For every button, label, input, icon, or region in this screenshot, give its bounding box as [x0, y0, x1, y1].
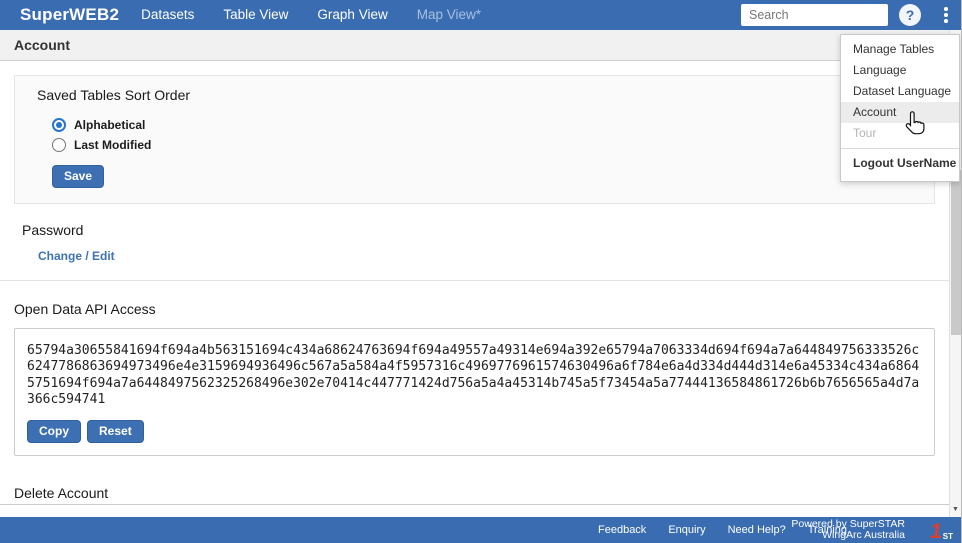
reset-button[interactable]: Reset — [87, 420, 144, 443]
superstar-1st-logo-icon: 1 ST — [925, 518, 953, 542]
powered-by-text: Powered by SuperSTAR WingArc Australia — [791, 519, 905, 541]
radio-alphabetical[interactable] — [52, 118, 66, 132]
nav-item-datasets[interactable]: Datasets — [141, 0, 194, 30]
menu-separator — [841, 148, 959, 149]
sort-order-options: Alphabetical Last Modified — [52, 115, 912, 155]
password-section: Password Change / Edit — [22, 222, 949, 265]
powered-by-line2: WingArc Australia — [791, 530, 905, 541]
superweb2-window: SuperWEB2 Datasets Table View Graph View… — [0, 0, 962, 543]
nav-item-map-view[interactable]: Map View* — [417, 0, 481, 30]
page-title: Account — [0, 30, 949, 61]
menu-item-account[interactable]: Account — [841, 102, 959, 123]
menu-item-tour: Tour — [841, 123, 959, 144]
section-divider — [0, 280, 949, 281]
nav-item-table-view[interactable]: Table View — [223, 0, 288, 30]
footer-link-feedback[interactable]: Feedback — [598, 524, 646, 536]
scroll-down-arrow[interactable]: ▼ — [950, 503, 961, 517]
sort-order-title: Saved Tables Sort Order — [37, 87, 912, 103]
radio-last-modified[interactable] — [52, 138, 66, 152]
footer-link-need-help[interactable]: Need Help? — [728, 524, 786, 536]
help-button[interactable]: ? — [899, 4, 921, 26]
radio-label-last-modified[interactable]: Last Modified — [74, 138, 151, 152]
radio-label-alphabetical[interactable]: Alphabetical — [74, 118, 145, 132]
radio-row-alphabetical[interactable]: Alphabetical — [52, 115, 912, 135]
app-brand[interactable]: SuperWEB2 — [20, 5, 119, 25]
api-access-title: Open Data API Access — [14, 301, 949, 317]
logo-digit: 1 — [930, 521, 942, 542]
menu-item-logout[interactable]: Logout UserName — [841, 151, 959, 175]
logo-st: ST — [943, 531, 953, 542]
password-title: Password — [22, 222, 949, 238]
content-bottom-strip — [0, 504, 961, 517]
dot-icon — [944, 7, 948, 11]
top-nav-bar: SuperWEB2 Datasets Table View Graph View… — [0, 0, 961, 30]
search-input[interactable] — [741, 4, 888, 26]
nav-items: Datasets Table View Graph View Map View* — [141, 0, 481, 30]
nav-item-graph-view[interactable]: Graph View — [317, 0, 387, 30]
overflow-dropdown-menu: Manage Tables Language Dataset Language … — [840, 34, 960, 182]
scrollbar-thumb[interactable] — [951, 170, 961, 335]
search-box — [741, 4, 888, 26]
api-buttons: Copy Reset — [27, 420, 922, 443]
radio-row-last-modified[interactable]: Last Modified — [52, 135, 912, 155]
footer-bar: Feedback Enquiry Need Help? Training Pow… — [0, 517, 961, 543]
account-page-content: Saved Tables Sort Order Alphabetical Las… — [0, 62, 949, 505]
menu-item-dataset-language[interactable]: Dataset Language — [841, 81, 959, 102]
api-token-box: 65794a30655841694f694a4b563151694c434a68… — [14, 328, 935, 456]
dot-icon — [944, 13, 948, 17]
api-token-value: 65794a30655841694f694a4b563151694c434a68… — [27, 343, 919, 409]
footer-link-enquiry[interactable]: Enquiry — [668, 524, 705, 536]
copy-button[interactable]: Copy — [27, 420, 81, 443]
menu-item-language[interactable]: Language — [841, 60, 959, 81]
help-icon: ? — [906, 7, 915, 23]
change-password-link[interactable]: Change / Edit — [38, 249, 115, 263]
delete-account-title: Delete Account — [14, 485, 949, 501]
save-button[interactable]: Save — [52, 165, 104, 188]
menu-item-manage-tables[interactable]: Manage Tables — [841, 39, 959, 60]
sort-order-panel: Saved Tables Sort Order Alphabetical Las… — [14, 75, 935, 204]
dot-icon — [944, 19, 948, 23]
overflow-menu-button[interactable] — [941, 7, 951, 25]
